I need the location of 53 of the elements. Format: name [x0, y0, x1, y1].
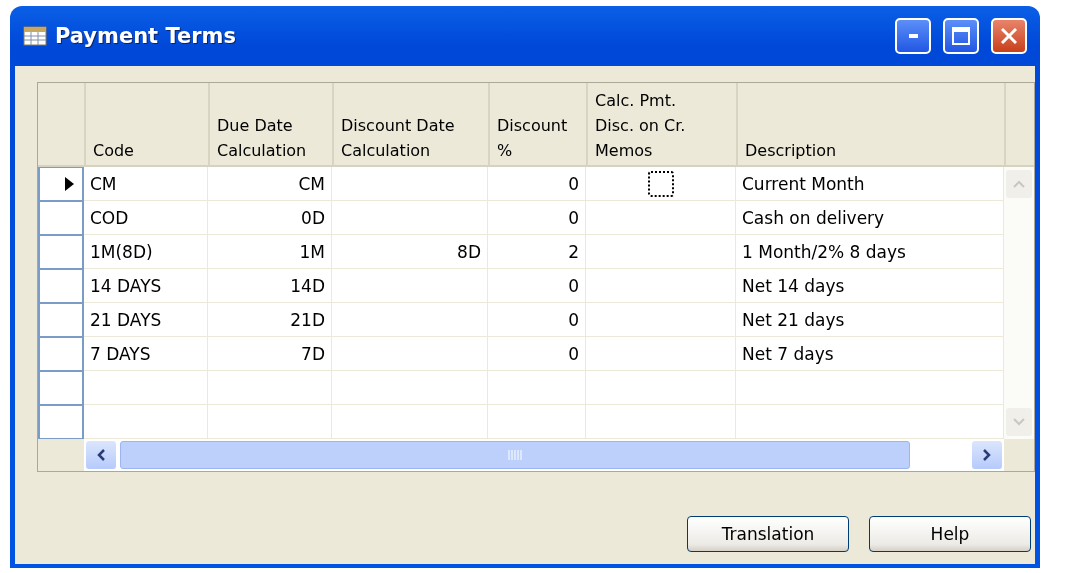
column-header[interactable]: Discount % [488, 83, 586, 165]
table-cell: 21D [208, 303, 332, 337]
caret-down-icon [1013, 418, 1025, 426]
table-cell: 7D [208, 337, 332, 371]
table-cell: 0 [488, 269, 586, 303]
column-header[interactable]: Discount Date Calculation [332, 83, 488, 165]
table-cell: Cash on delivery [736, 201, 1004, 235]
column-header[interactable]: Code [84, 83, 208, 165]
table-cell: Net 21 days [736, 303, 1004, 337]
minimize-icon [908, 34, 918, 38]
grip-icon [508, 450, 522, 460]
table-cell: 1M(8D) [84, 235, 208, 269]
table-cell: 8D [332, 235, 488, 269]
close-button[interactable] [991, 18, 1027, 54]
table-cell: CM [84, 167, 208, 201]
table-cell: 1M [208, 235, 332, 269]
caret-left-icon [97, 449, 105, 461]
current-row-icon [65, 177, 74, 191]
horizontal-scrollbar[interactable] [84, 439, 1004, 471]
table-cell: 1 Month/2% 8 days [736, 235, 1004, 269]
table-cell: Current Month [736, 167, 1004, 201]
caret-right-icon [983, 449, 991, 461]
table-cell: Net 7 days [736, 337, 1004, 371]
window-title: Payment Terms [55, 24, 237, 48]
maximize-button[interactable] [943, 18, 979, 54]
table-cell: 14 DAYS [84, 269, 208, 303]
table-cell: CM [208, 167, 332, 201]
table-cell: Net 14 days [736, 269, 1004, 303]
table-cell: 0 [488, 167, 586, 201]
table-cell: 0 [488, 201, 586, 235]
maximize-icon [952, 27, 970, 45]
table-cell: 2 [488, 235, 586, 269]
table-cell: 7 DAYS [84, 337, 208, 371]
scroll-left-button[interactable] [86, 441, 116, 469]
table-cell: 0D [208, 201, 332, 235]
table-cell: 14D [208, 269, 332, 303]
caret-up-icon [1013, 180, 1025, 188]
table-cell: 0 [488, 337, 586, 371]
table-cell: 0 [488, 303, 586, 337]
scroll-thumb[interactable] [120, 441, 910, 469]
column-header[interactable]: Calc. Pmt. Disc. on Cr. Memos [586, 83, 736, 165]
help-button[interactable]: Help [869, 516, 1031, 552]
minimize-button[interactable] [895, 18, 931, 54]
column-header[interactable]: Due Date Calculation [208, 83, 332, 165]
scroll-right-button[interactable] [972, 441, 1002, 469]
column-header[interactable]: Description [736, 83, 1004, 165]
table-cell: COD [84, 201, 208, 235]
close-icon [1001, 28, 1017, 44]
row-selector[interactable] [38, 167, 84, 201]
translation-button[interactable]: Translation [687, 516, 849, 552]
checkbox[interactable] [647, 170, 674, 197]
table-cell: 21 DAYS [84, 303, 208, 337]
table-icon [23, 26, 47, 46]
